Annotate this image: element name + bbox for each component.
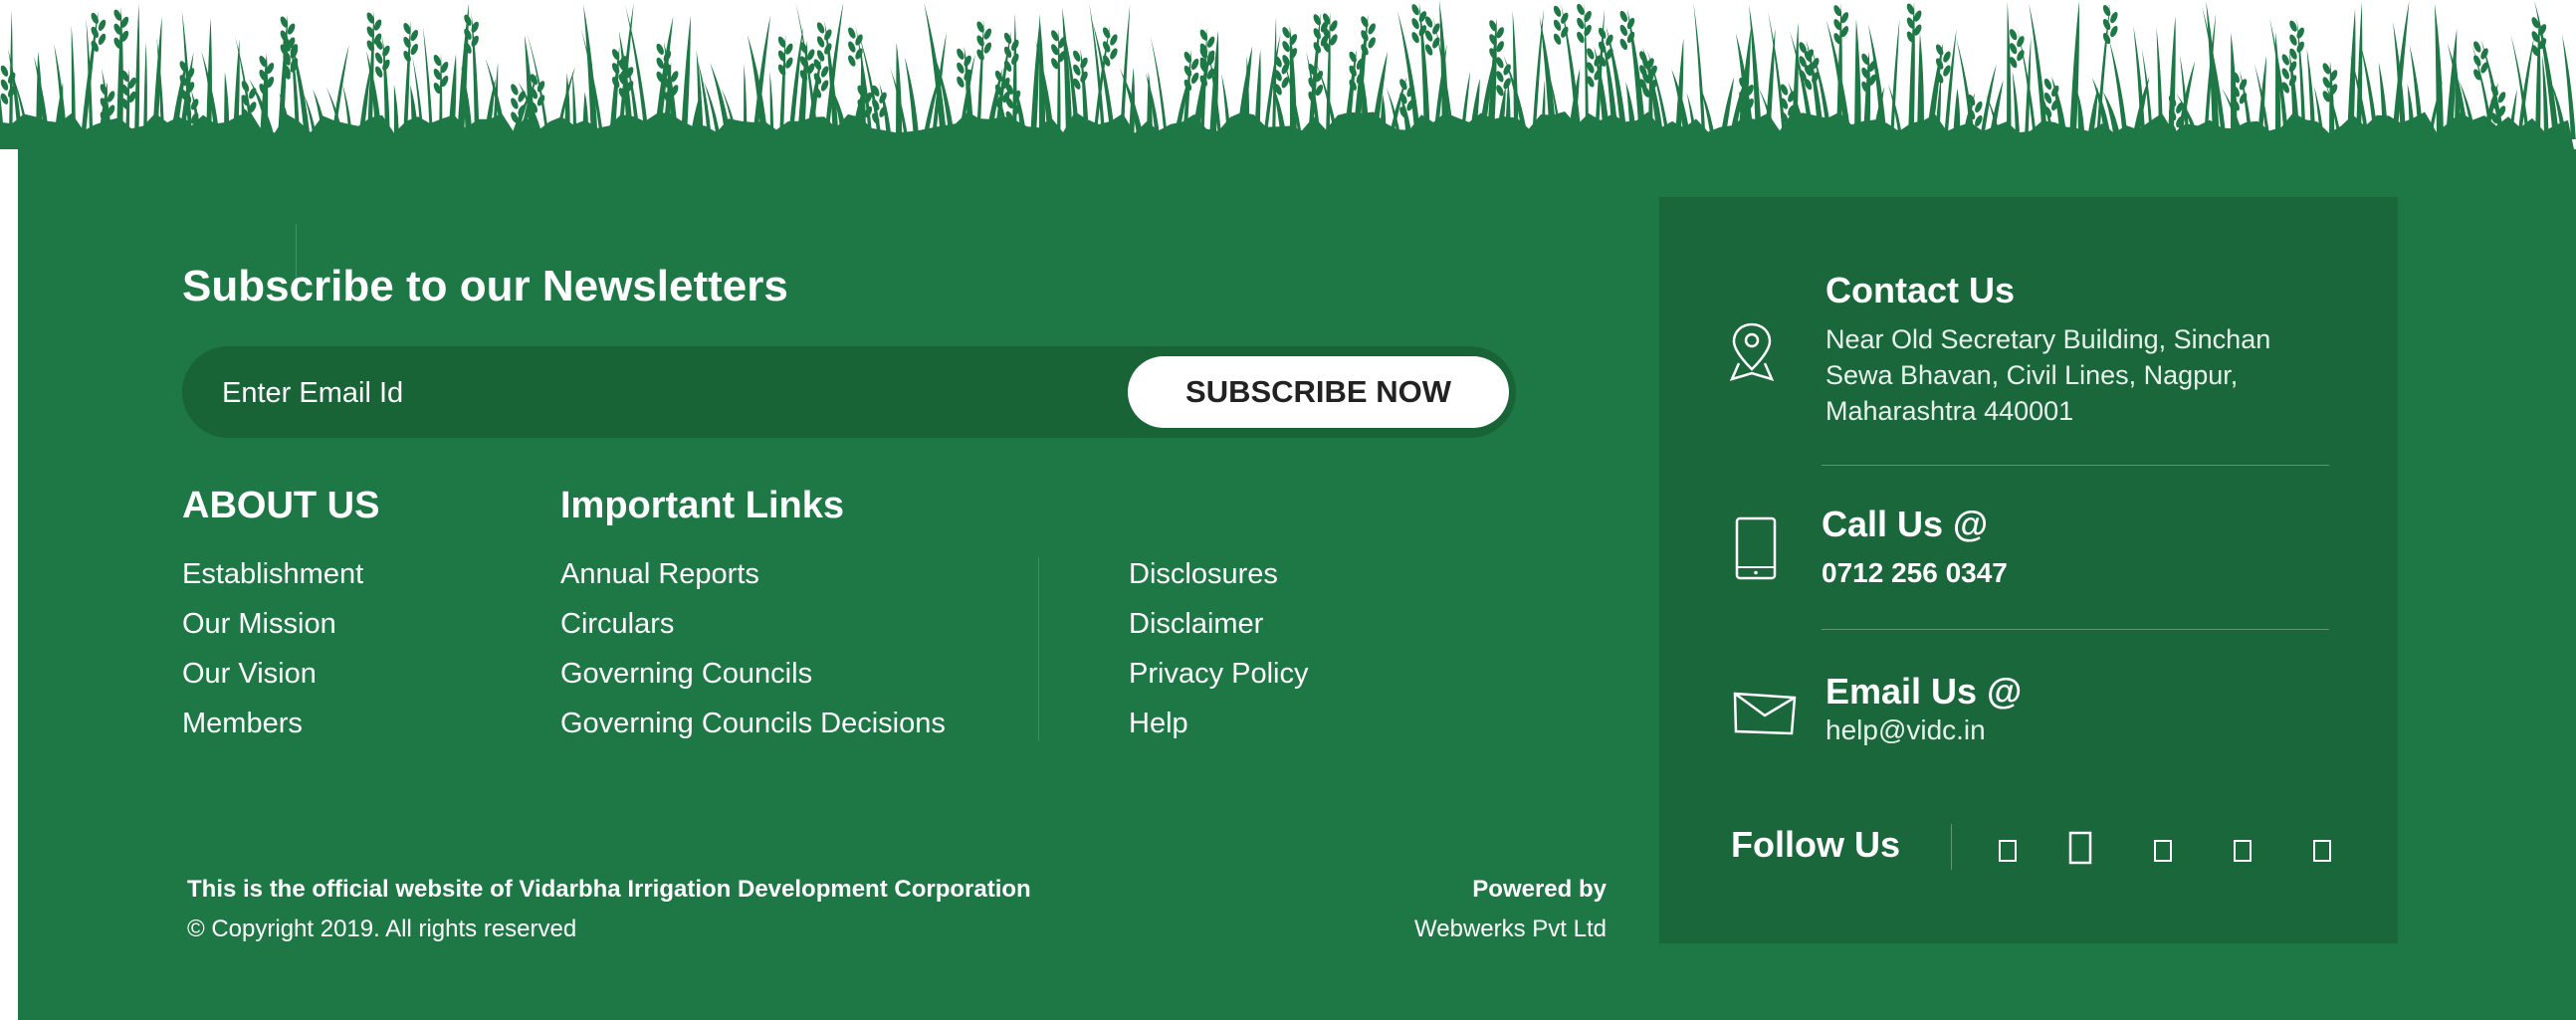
- contact-us-heading: Contact Us: [1825, 270, 2016, 310]
- email-us-heading: Email Us @: [1825, 671, 2023, 712]
- link-governing-councils[interactable]: Governing Councils: [560, 649, 946, 699]
- newsletter-form: SUBSCRIBE NOW: [182, 346, 1516, 438]
- follow-us-heading: Follow Us: [1731, 824, 1900, 865]
- social-icon-3[interactable]: [2147, 834, 2179, 866]
- powered-by-company-link[interactable]: Webwerks Pvt Ltd: [1414, 916, 1607, 943]
- social-icon-4[interactable]: [2227, 834, 2258, 866]
- follow-us-separator: [1951, 824, 1952, 870]
- link-privacy-policy[interactable]: Privacy Policy: [1129, 649, 1309, 699]
- link-disclosures[interactable]: Disclosures: [1129, 549, 1309, 599]
- link-our-mission[interactable]: Our Mission: [182, 599, 363, 649]
- social-icon-5[interactable]: [2306, 834, 2338, 866]
- left-edge-strip: [0, 149, 18, 1020]
- important-links-heading: Important Links: [560, 485, 845, 526]
- about-us-links: Establishment Our Mission Our Vision Mem…: [182, 549, 363, 748]
- mobile-phone-icon: [1735, 516, 1777, 580]
- contact-email-link[interactable]: help@vidc.in: [1825, 714, 1986, 746]
- contact-address: Near Old Secretary Building, Sinchan Sew…: [1825, 324, 2271, 426]
- envelope-icon: [1733, 692, 1797, 735]
- social-icon-1[interactable]: [1992, 834, 2024, 866]
- subscribe-now-button[interactable]: SUBSCRIBE NOW: [1128, 356, 1509, 428]
- links-column-divider: [1038, 557, 1039, 741]
- call-us-heading: Call Us @: [1822, 504, 1989, 544]
- contact-separator: [1822, 465, 2329, 466]
- location-pin-icon: [1729, 322, 1775, 381]
- link-annual-reports[interactable]: Annual Reports: [560, 549, 946, 599]
- link-our-vision[interactable]: Our Vision: [182, 649, 363, 699]
- important-links-column-1: Annual Reports Circulars Governing Counc…: [560, 549, 946, 748]
- contact-separator: [1822, 629, 2329, 630]
- link-disclaimer[interactable]: Disclaimer: [1129, 599, 1309, 649]
- contact-panel: Contact Us Near Old Secretary Building, …: [1659, 197, 2398, 943]
- powered-by-label: Powered by: [1472, 876, 1607, 903]
- copyright-text: © Copyright 2019. All rights reserved: [187, 916, 577, 942]
- newsletter-title: Subscribe to our Newsletters: [182, 262, 788, 310]
- contact-phone-number[interactable]: 0712 256 0347: [1822, 557, 2008, 589]
- important-links-column-2: Disclosures Disclaimer Privacy Policy He…: [1129, 549, 1309, 748]
- official-website-text: This is the official website of Vidarbha…: [187, 876, 1031, 903]
- grass-banner-illustration: [0, 0, 2576, 159]
- link-establishment[interactable]: Establishment: [182, 549, 363, 599]
- link-governing-councils-decisions[interactable]: Governing Councils Decisions: [560, 699, 946, 748]
- link-circulars[interactable]: Circulars: [560, 599, 946, 649]
- social-icon-2[interactable]: [2061, 828, 2099, 868]
- link-members[interactable]: Members: [182, 699, 363, 748]
- about-us-heading: ABOUT US: [182, 485, 380, 526]
- link-help[interactable]: Help: [1129, 699, 1309, 748]
- email-input[interactable]: [220, 366, 1219, 420]
